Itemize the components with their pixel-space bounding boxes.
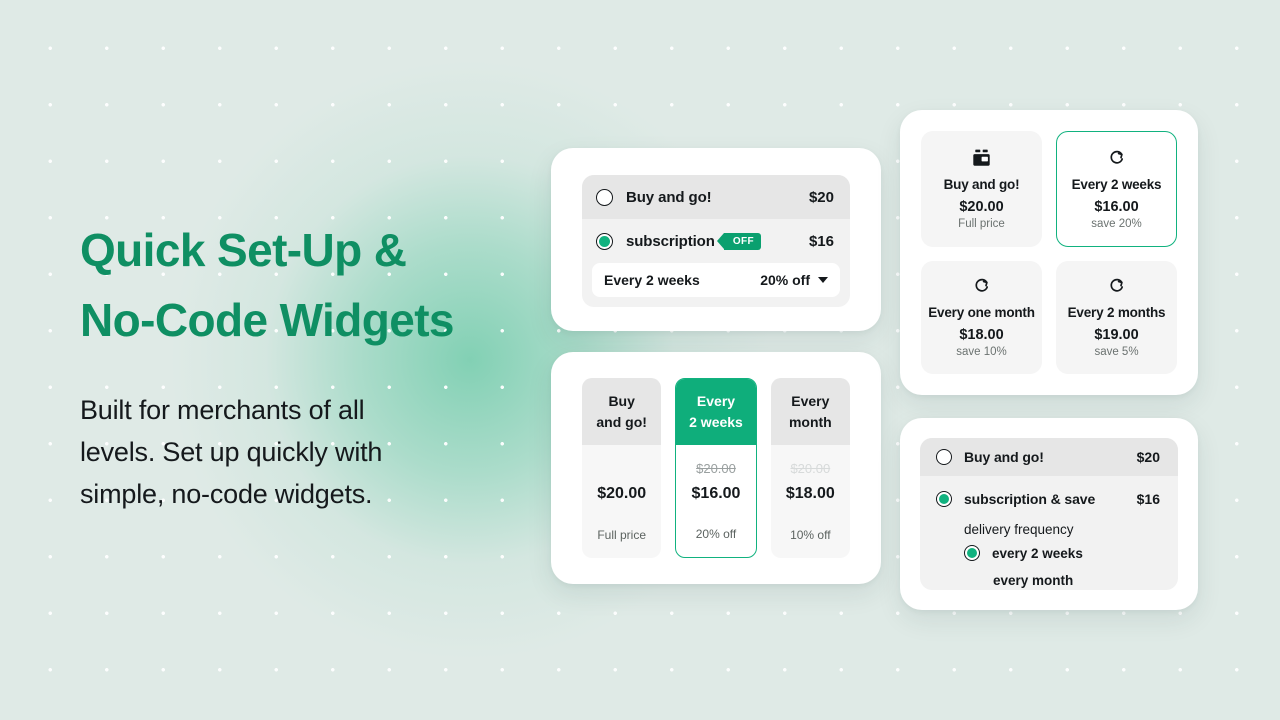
hero-description-line-3: simple, no-code widgets. [80,479,373,509]
recurring-arrow-icon [1109,148,1125,168]
plan-column-buy-and-go[interactable]: Buy and go! $20.00 Full price [582,378,662,558]
plan-note-buy-and-go: Full price [597,528,646,542]
tile-note-every-one-month: save 10% [956,346,1007,359]
radio-icon-subscription[interactable] [596,232,613,250]
recurring-arrow-icon [1109,276,1125,296]
plan-column-body-every-month: $20.00 $18.00 10% off [771,445,850,558]
tile-note-every-2-weeks: save 20% [1091,217,1142,230]
nested-option-buy-and-go[interactable]: Buy and go! $20 [920,438,1178,476]
tile-price-every-2-weeks: $16.00 [1094,198,1139,215]
frequency-select-discount: 20% off [760,272,810,288]
page-title: Quick Set-Up & No-Code Widgets [80,215,550,355]
hero-description: Built for merchants of all levels. Set u… [80,389,550,515]
chevron-down-icon[interactable] [818,277,828,283]
page-stage: Quick Set-Up & No-Code Widgets Built for… [0,0,1280,720]
plan-title-line-2-buy-and-go: and go! [596,414,647,430]
radio-label-buy-and-go: Buy and go! [626,188,712,206]
widget-card-nested-radio: Buy and go! $20 subscription & save $16 … [900,418,1198,610]
radio-option-buy-and-go[interactable]: Buy and go! $20 [582,175,850,219]
plan-title-line-2-every-2-weeks: 2 weeks [689,413,743,430]
delivery-option-every-month[interactable]: every month [920,567,1178,590]
plan-note-every-2-weeks: 20% off [695,527,737,541]
radio-icon-buy-and-go[interactable] [596,188,613,206]
widget-card-tile-grid: Buy and go! $20.00 Full price Every 2 we… [900,110,1198,395]
tile-grid: Buy and go! $20.00 Full price Every 2 we… [921,131,1177,374]
radio-option-subscription[interactable]: subscription OFF $16 [582,219,850,263]
plan-column-header-every-2-weeks: Every 2 weeks [676,379,756,445]
plan-title-line-1-every-month: Every [791,393,830,409]
plan-strike-price-every-2-weeks: $20.00 [696,460,736,476]
nested-price-subscription: $16 [1136,491,1160,507]
tile-title-every-one-month: Every one month [928,305,1035,321]
recurring-arrow-icon [974,276,990,296]
tile-price-every-2-months: $19.00 [1094,327,1139,344]
tile-title-every-2-months: Every 2 months [1067,305,1166,321]
plan-column-header-every-month: Every month [770,378,850,445]
radio-price-buy-and-go: $20 [808,188,834,206]
tile-price-every-one-month: $18.00 [959,327,1004,344]
plan-column-body-every-2-weeks: $20.00 $16.00 20% off [676,445,755,557]
page-title-line-1: Quick Set-Up & [80,224,407,276]
plan-strike-price-every-month: $20.00 [790,461,831,476]
tile-buy-and-go[interactable]: Buy and go! $20.00 Full price [921,131,1042,247]
tile-price-buy-and-go: $20.00 [959,198,1004,215]
radio-price-subscription: $16 [808,232,834,250]
hero-description-line-2: levels. Set up quickly with [80,437,383,467]
frequency-select-right: 20% off [760,272,828,288]
tile-note-buy-and-go: Full price [958,217,1005,230]
frequency-select[interactable]: Every 2 weeks 20% off [592,263,840,297]
nested-price-buy-and-go: $20 [1136,449,1160,465]
tile-note-every-2-months: save 5% [1094,346,1139,359]
tile-every-one-month[interactable]: Every one month $18.00 save 10% [921,260,1042,374]
plan-note-every-month: 10% off [790,528,831,542]
plan-column-header-buy-and-go: Buy and go! [582,378,662,445]
plan-column-every-2-weeks[interactable]: Every 2 weeks $20.00 $16.00 20% off [675,378,757,558]
radio-icon-buy-and-go-nested[interactable] [936,449,952,465]
nested-radio-list: Buy and go! $20 subscription & save $16 … [920,438,1178,590]
plan-title-line-1-every-2-weeks: Every [696,392,736,409]
radio-icon-every-2-weeks[interactable] [964,545,980,561]
plan-title-line-1-buy-and-go: Buy [608,393,635,409]
hero-description-line-1: Built for merchants of all [80,395,365,425]
tile-title-buy-and-go: Buy and go! [943,176,1020,192]
plan-price-buy-and-go: $20.00 [597,485,647,502]
discount-tag-badge: OFF [716,232,762,250]
plan-column-every-month[interactable]: Every month $20.00 $18.00 10% off [770,378,850,558]
radio-option-list: Buy and go! $20 subscription OFF $16 Eve… [582,175,850,307]
delivery-label-every-month: every month [993,573,1074,588]
tile-every-2-months[interactable]: Every 2 months $19.00 save 5% [1056,260,1177,374]
nested-label-buy-and-go: Buy and go! [964,449,1044,465]
delivery-option-every-2-weeks[interactable]: every 2 weeks [920,539,1178,567]
nested-label-subscription: subscription & save [964,491,1096,507]
widget-card-three-column: Buy and go! $20.00 Full price Every 2 we… [551,352,881,584]
tile-every-2-weeks[interactable]: Every 2 weeks $16.00 save 20% [1056,131,1177,247]
plan-price-every-2-weeks: $16.00 [691,484,741,502]
shopping-basket-icon [972,148,991,168]
widget-card-basic-radio: Buy and go! $20 subscription OFF $16 Eve… [551,148,881,331]
page-title-line-2: No-Code Widgets [80,294,455,346]
plan-column-body-buy-and-go: $20.00 Full price [582,445,661,558]
delivery-label-every-2-weeks: every 2 weeks [992,545,1083,561]
plan-title-line-2-every-month: month [788,414,832,430]
nested-option-subscription[interactable]: subscription & save $16 [920,480,1178,518]
tile-title-every-2-weeks: Every 2 weeks [1071,176,1162,192]
radio-icon-subscription-nested[interactable] [936,491,952,507]
delivery-frequency-heading: delivery frequency [964,522,1074,537]
plan-price-every-month: $18.00 [785,485,835,502]
hero-copy: Quick Set-Up & No-Code Widgets Built for… [80,215,550,515]
frequency-select-value: Every 2 weeks [604,272,700,288]
radio-label-subscription: subscription [626,232,715,250]
